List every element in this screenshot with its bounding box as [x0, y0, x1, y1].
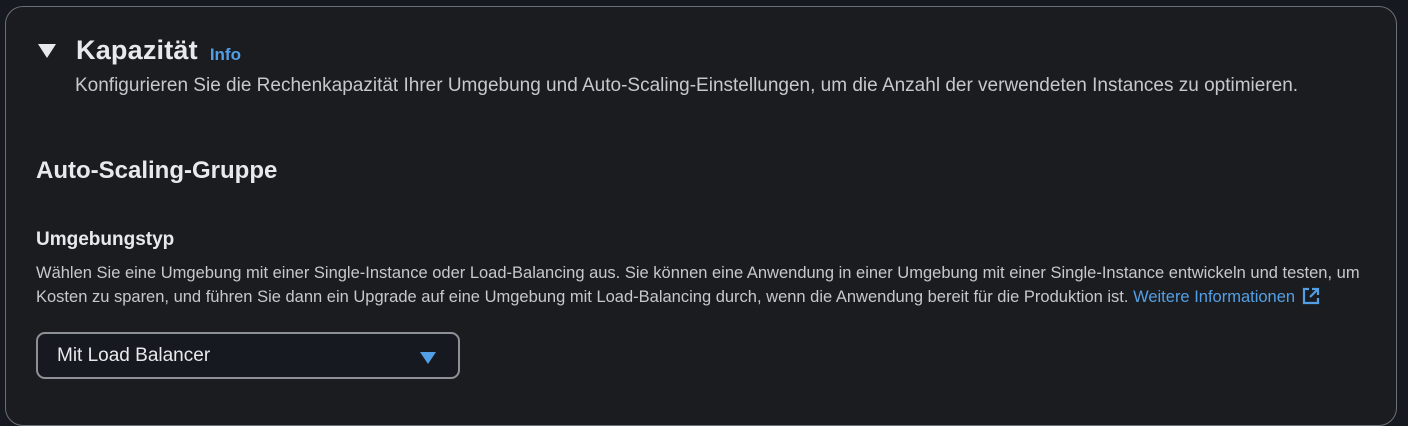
caret-down-icon[interactable] [36, 42, 58, 60]
external-link-icon [1301, 286, 1321, 313]
environment-type-description: Wählen Sie eine Umgebung mit einer Singl… [36, 261, 1381, 313]
triangle-down-icon [420, 351, 436, 369]
environment-type-selected-value: Mit Load Balancer [57, 345, 211, 366]
capacity-title: Kapazität [76, 35, 198, 65]
auto-scaling-section-title: Auto-Scaling-Gruppe [36, 157, 278, 184]
capacity-header: Kapazität Info [36, 35, 241, 66]
environment-type-label: Umgebungstyp [36, 229, 175, 250]
learn-more-link[interactable]: Weitere Informationen [1133, 287, 1321, 306]
learn-more-label: Weitere Informationen [1133, 288, 1296, 306]
capacity-description: Konfigurieren Sie die Rechenkapazität Ih… [75, 75, 1299, 96]
capacity-panel: Kapazität Info Konfigurieren Sie die Rec… [5, 6, 1397, 426]
environment-type-select[interactable]: Mit Load Balancer [36, 332, 460, 379]
info-link[interactable]: Info [210, 45, 241, 65]
